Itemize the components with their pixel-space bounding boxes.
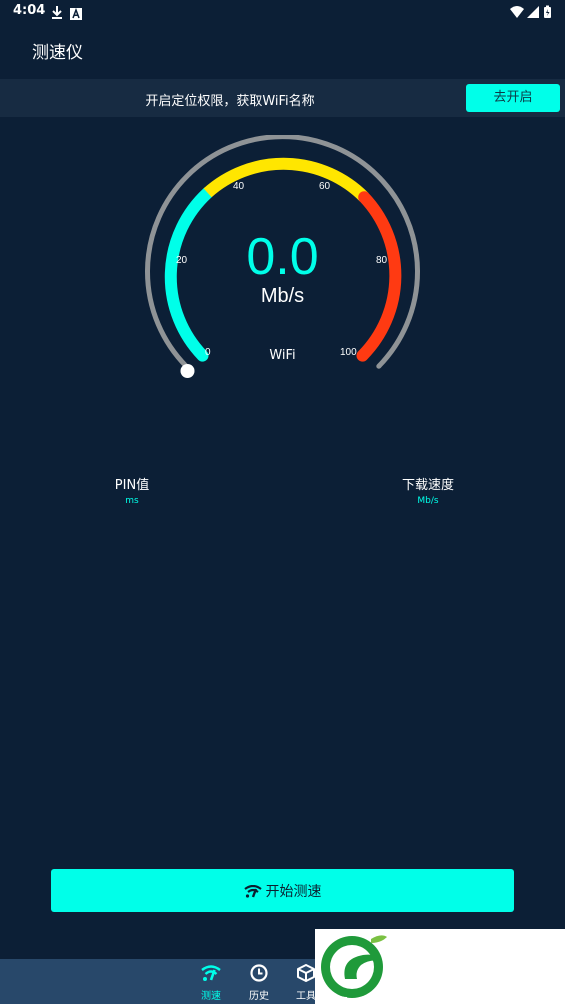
- metric-label: 下载速度: [401, 478, 454, 493]
- enable-permission-button[interactable]: 去开启: [466, 84, 560, 112]
- wifi-icon: [243, 884, 262, 898]
- box-icon: [297, 964, 315, 982]
- signal-icon: [527, 6, 539, 18]
- speed-unit: Mb/s: [260, 285, 305, 307]
- leaf-logo-icon: [321, 935, 387, 1001]
- status-bar: 4:04: [0, 0, 565, 24]
- speed-value: 0.0: [246, 228, 319, 286]
- connection-type: WiFi: [269, 348, 296, 363]
- nav-item-history[interactable]: 历史: [239, 964, 279, 1002]
- wifi-icon: [510, 6, 524, 18]
- metric-unit: Mb/s: [417, 496, 439, 506]
- status-icons: [509, 4, 553, 23]
- start-test-label: 开始测速: [265, 884, 322, 900]
- metric-label: PIN值: [114, 478, 150, 493]
- nav-item-speedtest[interactable]: 测速: [191, 964, 231, 1002]
- a-icon: [70, 5, 82, 24]
- nav-label: 测速: [201, 991, 221, 1002]
- permission-banner: 开启定位权限，获取WiFi名称 去开启: [0, 79, 565, 117]
- clock-icon: [250, 964, 268, 982]
- permission-text: 开启定位权限，获取WiFi名称: [145, 94, 315, 109]
- watermark-logo: [315, 929, 565, 1004]
- status-time: 4:04: [13, 3, 46, 18]
- gauge-mid-segment: [203, 157, 369, 202]
- download-icon: [51, 4, 63, 23]
- gauge-needle-dot: [180, 364, 195, 378]
- nav-label: 历史: [249, 991, 269, 1002]
- metric-download: 下载速度 Mb/s: [368, 474, 488, 506]
- start-test-button[interactable]: 开始测速: [51, 869, 514, 912]
- metric-ping: PIN值 ms: [72, 474, 192, 506]
- battery-icon: [544, 5, 551, 18]
- metric-unit: ms: [125, 496, 139, 506]
- speed-gauge: 0 20 40 60 80 100 0.0 Mb/s WiFi: [140, 135, 425, 385]
- wifi-icon: [201, 965, 221, 981]
- page-title: 测速仪: [32, 43, 83, 63]
- tick-label: 40: [233, 181, 245, 192]
- tick-label: 60: [319, 181, 331, 192]
